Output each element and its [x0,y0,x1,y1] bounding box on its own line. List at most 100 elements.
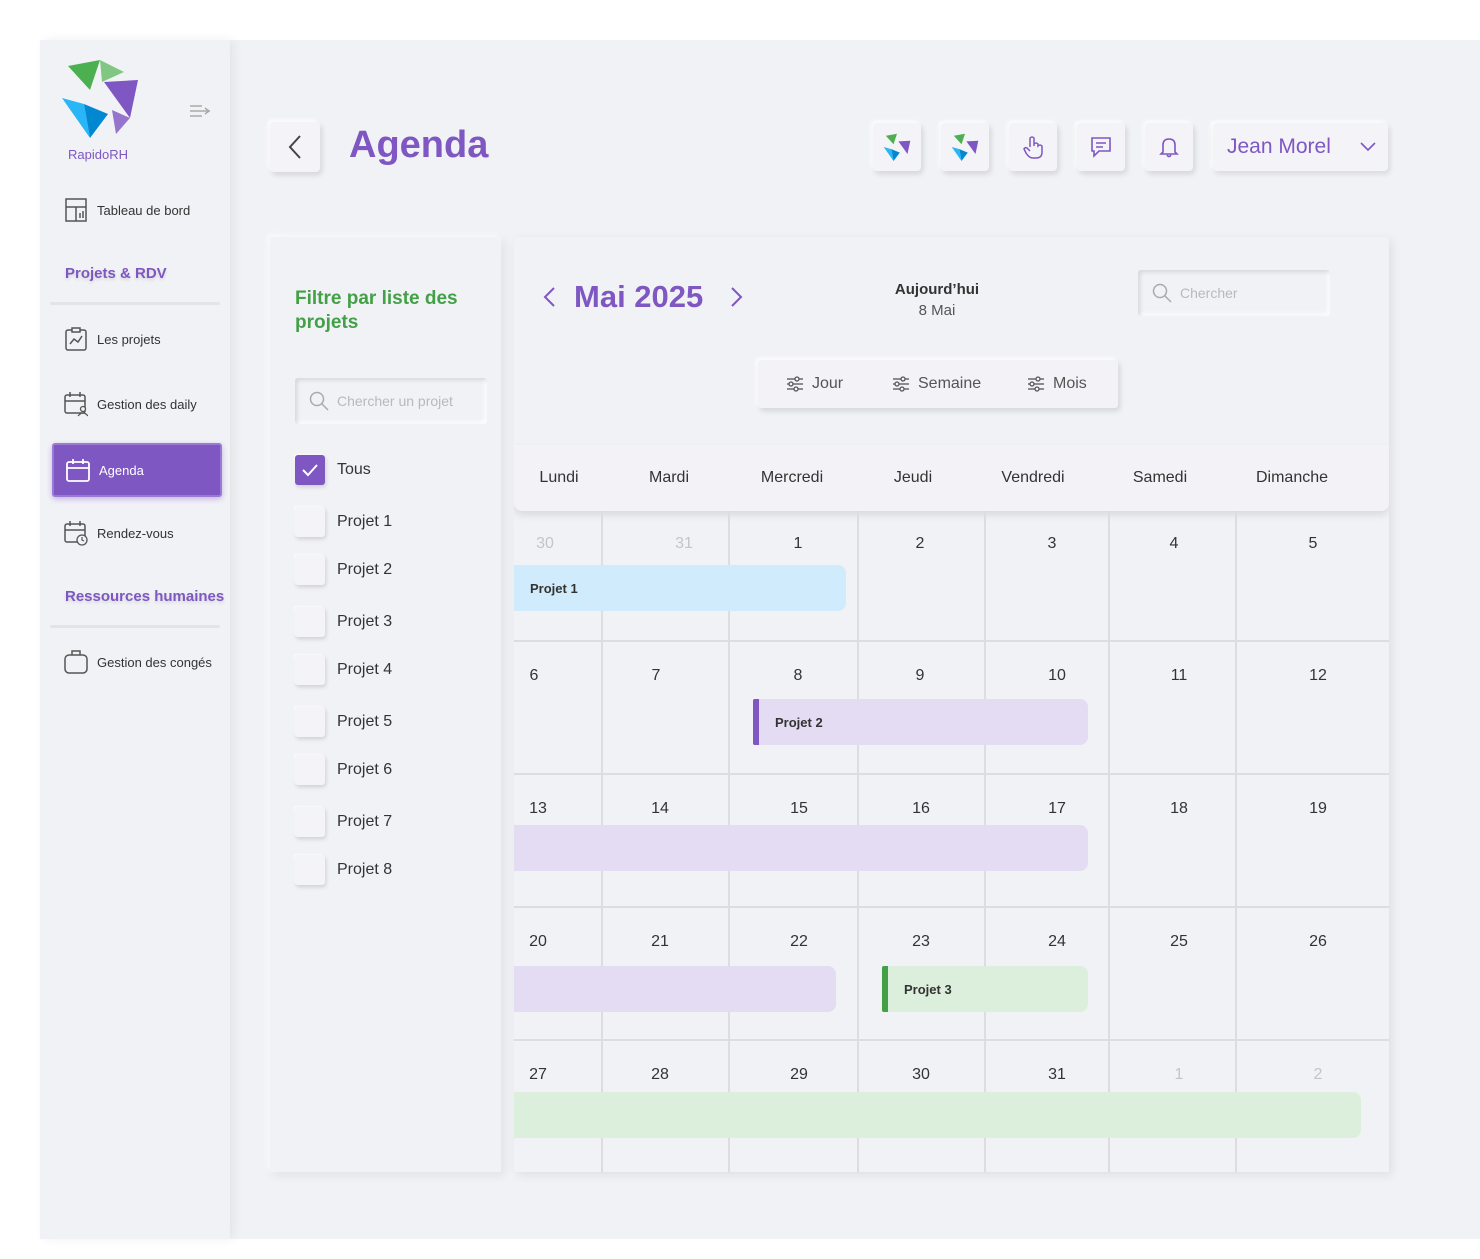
prev-month-icon[interactable] [540,285,560,309]
day-number[interactable]: 3 [1048,535,1057,553]
calendar-search-input[interactable]: Chercher [1138,270,1330,316]
checkbox[interactable] [295,455,325,485]
sidebar-item-dashboard[interactable]: Tableau de bord [52,185,218,235]
day-number[interactable]: 29 [790,1066,808,1084]
filter-option[interactable]: Tous [295,455,371,485]
section-title-projets: Projets & RDV [65,265,167,282]
day-number[interactable]: 10 [1048,667,1066,685]
back-button[interactable] [270,122,320,172]
event-color-bar [882,966,888,1012]
calendar-event[interactable] [514,966,836,1012]
day-number[interactable]: 2 [916,535,925,553]
rapidorh-logo [62,60,138,138]
checkbox[interactable] [295,555,325,585]
day-number[interactable]: 15 [790,800,808,818]
day-number[interactable]: 11 [1171,667,1188,685]
sidebar-item-label: Les projets [97,331,161,347]
day-number[interactable]: 14 [651,800,669,818]
checkbox[interactable] [295,507,325,537]
day-number[interactable]: 28 [651,1066,669,1084]
sidebar-item-projects[interactable]: Les projets [52,314,218,364]
calendar-event[interactable]: Projet 2 [753,699,1088,745]
calendar-event[interactable]: Projet 1 [514,565,846,611]
filter-option-label: Tous [337,461,371,478]
checkbox[interactable] [295,855,325,885]
grid-line [514,640,1389,642]
collapse-menu-icon[interactable] [190,104,210,118]
sidebar-item-appointments[interactable]: Rendez-vous [52,508,218,558]
section-title-rh: Ressources humaines [65,588,225,605]
day-number[interactable]: 30 [536,535,554,553]
filter-option[interactable]: Projet 2 [295,555,392,585]
view-month-button[interactable]: Mois [1027,360,1087,408]
day-number[interactable]: 31 [675,535,693,553]
day-number[interactable]: 17 [1048,800,1066,818]
day-number[interactable]: 8 [794,667,803,685]
checkbox[interactable] [295,607,325,637]
day-number[interactable]: 20 [529,933,547,951]
grid-line [514,906,1389,908]
day-number[interactable]: 30 [912,1066,930,1084]
sidebar-item-agenda[interactable]: Agenda [52,443,222,497]
calendar-panel: Mai 2025 Aujourd’hui 8 Mai Chercher Jour… [514,237,1389,1172]
filter-option[interactable]: Projet 3 [295,607,392,637]
checkbox[interactable] [295,655,325,685]
filter-option[interactable]: Projet 7 [295,807,392,837]
day-number[interactable]: 24 [1048,933,1066,951]
today-button[interactable]: Aujourd’hui [884,281,990,298]
next-month-icon[interactable] [726,285,746,309]
day-number[interactable]: 13 [529,800,547,818]
calendar-event[interactable] [514,825,1088,871]
day-number[interactable]: 9 [916,667,925,685]
day-number[interactable]: 25 [1170,933,1188,951]
filter-option[interactable]: Projet 4 [295,655,392,685]
checkbox[interactable] [295,755,325,785]
day-number[interactable]: 2 [1314,1066,1323,1084]
checkbox[interactable] [295,807,325,837]
day-number[interactable]: 5 [1309,535,1318,553]
hand-pointer-button[interactable] [1009,123,1057,171]
sidebar-item-label: Gestion des daily [97,396,197,412]
day-number[interactable]: 18 [1170,800,1188,818]
day-number[interactable]: 1 [1175,1066,1184,1084]
day-number[interactable]: 1 [794,535,803,553]
view-switch: Jour Semaine Mois [758,360,1118,408]
weekday-label: Jeudi [893,469,933,486]
day-number[interactable]: 27 [529,1066,547,1084]
filter-option[interactable]: Projet 5 [295,707,392,737]
notifications-button[interactable] [1145,123,1193,171]
day-number[interactable]: 23 [912,933,930,951]
calendar-event[interactable]: Projet 3 [882,966,1088,1012]
app-logo-icon [951,133,979,161]
day-number[interactable]: 16 [912,800,930,818]
day-number[interactable]: 19 [1309,800,1327,818]
day-number[interactable]: 21 [651,933,669,951]
calendar-event[interactable] [514,1092,1361,1138]
check-icon [302,464,318,477]
app-switch-button[interactable] [873,123,921,171]
day-number[interactable]: 26 [1309,933,1327,951]
app-switch-button[interactable] [941,123,989,171]
day-number[interactable]: 31 [1048,1066,1066,1084]
view-day-button[interactable]: Jour [786,360,843,408]
event-label: Projet 3 [904,981,952,997]
filter-option[interactable]: Projet 1 [295,507,392,537]
messages-button[interactable] [1077,123,1125,171]
grid-line [514,773,1389,775]
filter-title: Filtre par liste des projets [295,288,458,333]
day-number[interactable]: 6 [530,667,539,685]
checkbox[interactable] [295,707,325,737]
day-number[interactable]: 12 [1309,667,1327,685]
user-menu[interactable]: Jean Morel [1213,123,1388,171]
sidebar-item-label: Rendez-vous [97,525,174,541]
day-number[interactable]: 4 [1170,535,1179,553]
day-number[interactable]: 7 [652,667,661,685]
filter-option-label: Projet 7 [337,813,393,830]
sidebar-item-daily[interactable]: Gestion des daily [52,379,218,429]
view-week-button[interactable]: Semaine [892,360,981,408]
project-search-input[interactable]: Chercher un projet [295,378,487,424]
sidebar-item-leaves[interactable]: Gestion des congés [52,637,218,687]
day-number[interactable]: 22 [790,933,808,951]
filter-option[interactable]: Projet 6 [295,755,392,785]
filter-option[interactable]: Projet 8 [295,855,392,885]
